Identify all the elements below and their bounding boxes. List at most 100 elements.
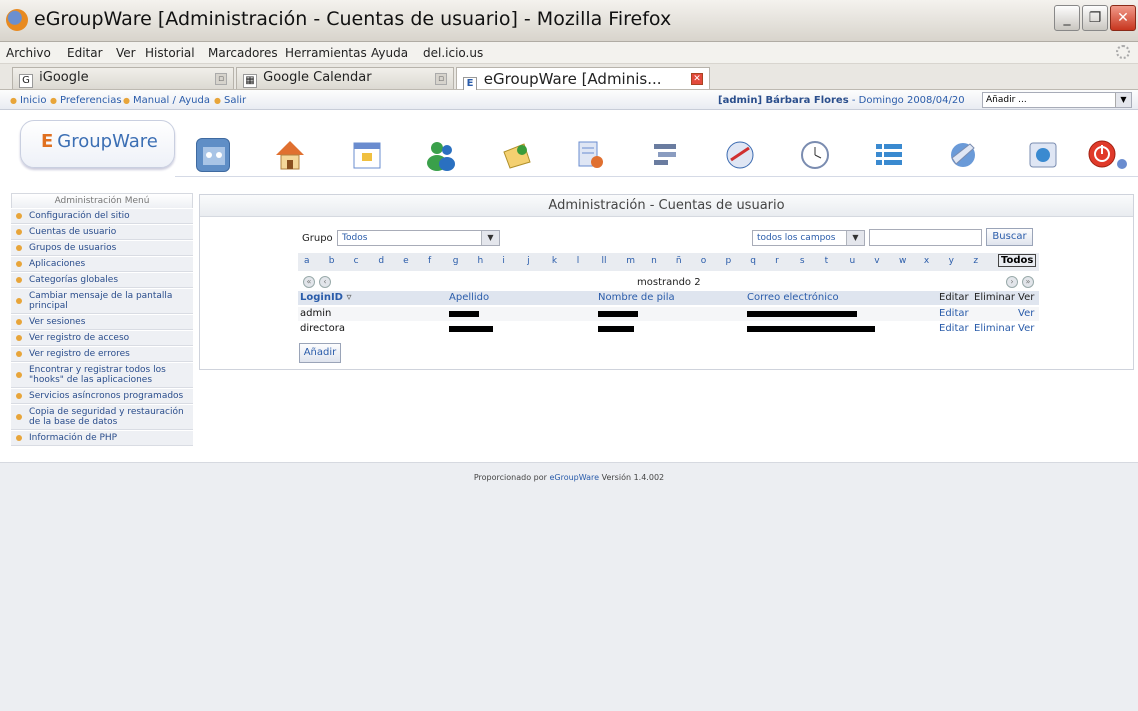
showing-count: mostrando 2 — [637, 277, 701, 288]
prev-page-icon[interactable]: ‹ — [319, 276, 331, 288]
letter-21[interactable]: t — [825, 256, 829, 266]
view-link[interactable]: Ver — [1018, 323, 1034, 334]
admin-icon[interactable] — [196, 138, 230, 172]
letter-24[interactable]: w — [899, 256, 906, 266]
letter-27[interactable]: z — [973, 256, 978, 266]
field-select[interactable]: todos los campos ▼ — [752, 230, 865, 246]
sidebar-item-hooks[interactable]: Encontrar y registrar todos los "hooks" … — [11, 362, 193, 388]
logout-icon[interactable] — [1087, 138, 1127, 172]
sidebar-item-registro-acceso[interactable]: Ver registro de acceso — [11, 330, 193, 346]
tab-label: iGoogle — [39, 70, 89, 85]
sidebar-item-label: Grupos de usuarios — [29, 243, 117, 253]
letter-17[interactable]: p — [725, 256, 731, 266]
edit-link[interactable]: Editar — [939, 308, 969, 319]
tab-close-icon[interactable]: ✕ — [691, 73, 703, 85]
menu-herramientas[interactable]: Herramientas — [285, 46, 367, 60]
letter-1[interactable]: b — [329, 256, 335, 266]
menu-ayuda[interactable]: Ayuda — [371, 46, 408, 60]
col-nombre[interactable]: Nombre de pila — [598, 292, 675, 303]
minimize-button[interactable]: _ — [1054, 5, 1080, 31]
letter-4[interactable]: e — [403, 256, 409, 266]
sidebar-item-registro-errores[interactable]: Ver registro de errores — [11, 346, 193, 362]
maximize-button[interactable]: ❐ — [1082, 5, 1108, 31]
search-input[interactable] — [869, 229, 982, 246]
letter-14[interactable]: n — [651, 256, 657, 266]
col-correo[interactable]: Correo electrónico — [747, 292, 839, 303]
letter-11[interactable]: l — [577, 256, 580, 266]
link-inicio[interactable]: Inicio — [10, 95, 46, 106]
letter-0[interactable]: a — [304, 256, 310, 266]
link-salir[interactable]: Salir — [214, 95, 246, 106]
tab-egroupware[interactable]: E eGroupWare [Adminis... ✕ — [456, 67, 710, 91]
letter-15[interactable]: ñ — [676, 256, 682, 266]
logo-mark: E — [41, 131, 54, 152]
link-manual-ayuda[interactable]: Manual / Ayuda — [123, 95, 210, 106]
letter-26[interactable]: y — [949, 256, 954, 266]
letter-all[interactable]: Todos — [998, 254, 1037, 267]
last-page-icon[interactable]: » — [1022, 276, 1034, 288]
letter-6[interactable]: g — [453, 256, 459, 266]
menu-ver[interactable]: Ver — [116, 46, 136, 60]
letter-25[interactable]: x — [924, 256, 929, 266]
tab-igoogle[interactable]: G iGoogle ▫ — [12, 67, 234, 89]
sidebar-item-categorias[interactable]: Categorías globales — [11, 272, 193, 288]
sidebar-item-backup[interactable]: Copia de seguridad y restauración de la … — [11, 404, 193, 430]
letter-18[interactable]: q — [750, 256, 756, 266]
letter-8[interactable]: i — [502, 256, 505, 266]
letter-9[interactable]: j — [527, 256, 530, 266]
menu-marcadores[interactable]: Marcadores — [208, 46, 278, 60]
menu-archivo[interactable]: Archivo — [6, 46, 51, 60]
sidebar-item-cuentas[interactable]: Cuentas de usuario — [11, 224, 193, 240]
sidebar-item-configuracion[interactable]: Configuración del sitio — [11, 208, 193, 224]
first-page-icon[interactable]: « — [303, 276, 315, 288]
tab-google-calendar[interactable]: ▦ Google Calendar ▫ — [236, 67, 454, 89]
tracker-icon[interactable] — [872, 138, 906, 172]
email-icon[interactable] — [500, 138, 534, 172]
view-link[interactable]: Ver — [1018, 308, 1034, 319]
edit-link[interactable]: Editar — [939, 323, 969, 334]
tab-close-icon[interactable]: ▫ — [215, 73, 227, 85]
projects-icon[interactable] — [648, 138, 682, 172]
sidebar-item-asincronos[interactable]: Servicios asíncronos programados — [11, 388, 193, 404]
letter-22[interactable]: u — [849, 256, 855, 266]
notes-icon[interactable] — [573, 138, 607, 172]
next-page-icon[interactable]: › — [1006, 276, 1018, 288]
letter-5[interactable]: f — [428, 256, 431, 266]
sidebar-item-mensaje[interactable]: Cambiar mensaje de la pantalla principal — [11, 288, 193, 314]
infolog-icon[interactable] — [723, 138, 757, 172]
col-apellido[interactable]: Apellido — [449, 292, 489, 303]
letter-7[interactable]: h — [478, 256, 484, 266]
home-icon[interactable] — [273, 138, 307, 172]
sidebar-item-grupos[interactable]: Grupos de usuarios — [11, 240, 193, 256]
letter-3[interactable]: d — [378, 256, 384, 266]
link-preferencias[interactable]: Preferencias — [50, 95, 122, 106]
letter-2[interactable]: c — [354, 256, 359, 266]
letter-13[interactable]: m — [626, 256, 635, 266]
sitemgr-icon[interactable] — [1026, 138, 1060, 172]
group-select[interactable]: Todos ▼ — [337, 230, 500, 246]
menu-historial[interactable]: Historial — [145, 46, 195, 60]
footer-link[interactable]: eGroupWare — [549, 473, 599, 482]
sidebar-item-phpinfo[interactable]: Información de PHP — [11, 430, 193, 446]
col-loginid[interactable]: LoginID ▿ — [300, 292, 351, 303]
letter-19[interactable]: r — [775, 256, 779, 266]
tab-close-icon[interactable]: ▫ — [435, 73, 447, 85]
menu-delicious[interactable]: del.icio.us — [423, 46, 483, 60]
add-user-button[interactable]: Añadir — [299, 343, 341, 363]
search-button[interactable]: Buscar — [986, 228, 1033, 246]
letter-10[interactable]: k — [552, 256, 557, 266]
add-select[interactable]: Añadir ... ▼ — [982, 92, 1132, 108]
close-button[interactable]: ✕ — [1110, 5, 1136, 31]
letter-20[interactable]: s — [800, 256, 805, 266]
delete-link[interactable]: Eliminar — [974, 323, 1015, 334]
letter-23[interactable]: v — [874, 256, 879, 266]
wiki-icon[interactable] — [946, 138, 980, 172]
sidebar-item-sesiones[interactable]: Ver sesiones — [11, 314, 193, 330]
menu-editar[interactable]: Editar — [67, 46, 103, 60]
sidebar-item-aplicaciones[interactable]: Aplicaciones — [11, 256, 193, 272]
letter-12[interactable]: ll — [602, 256, 607, 266]
timesheet-icon[interactable] — [798, 138, 832, 172]
addressbook-icon[interactable] — [424, 138, 458, 172]
calendar-icon[interactable] — [350, 138, 384, 172]
letter-16[interactable]: o — [701, 256, 707, 266]
